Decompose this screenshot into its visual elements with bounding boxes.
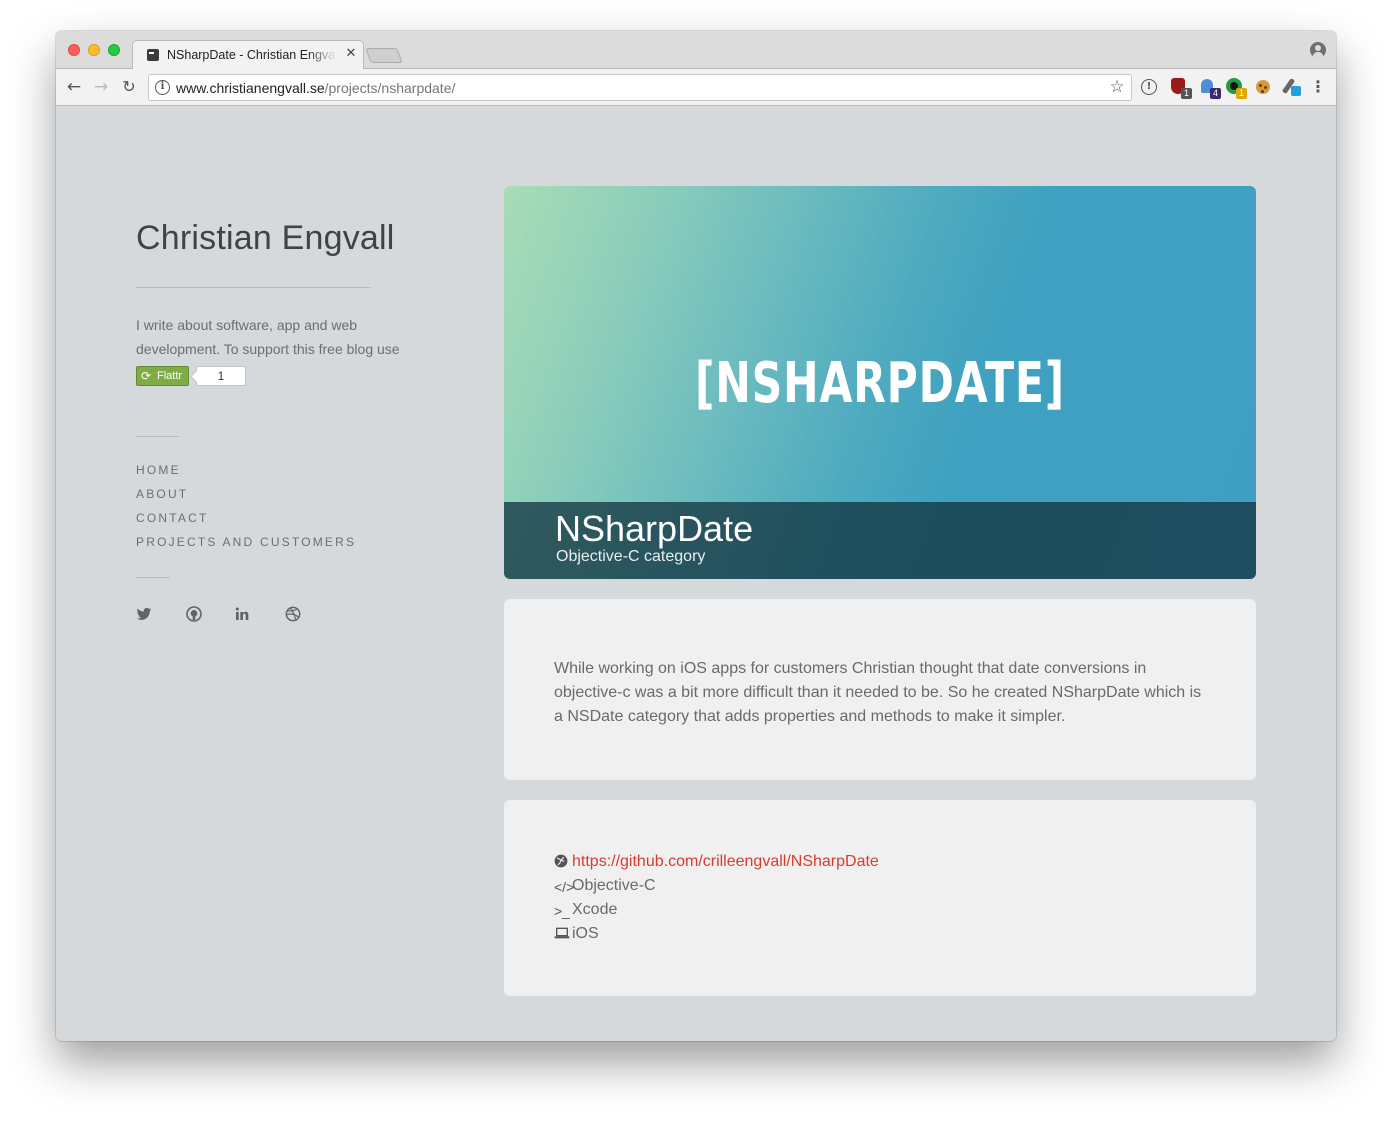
laptop-icon [554,924,572,940]
meta-platform: iOS [572,925,599,942]
site-title[interactable]: Christian Engvall [136,219,436,263]
sidebar-divider [136,287,371,288]
close-window-button[interactable] [68,44,80,56]
page-content: Christian Engvall I write about software… [56,106,1336,1041]
hero-caption: NSharpDate Objective-C category [504,502,1256,579]
arrow-right-icon[interactable]: → [91,77,111,97]
browser-tab-active[interactable]: NSharpDate - Christian Engvall ✕ [132,40,364,70]
extension-color-picker-icon[interactable] [1281,77,1302,97]
color-swatch-icon [1291,86,1301,96]
twitter-icon[interactable] [136,606,152,624]
browser-toolbar: ← → ↻ i www.christianengvall.se/projects… [56,69,1336,106]
terminal-favicon-icon [147,49,159,61]
extension-badge: 1 [1181,88,1192,99]
kebab-menu-icon[interactable]: ⋮ [1310,77,1326,97]
project-description: While working on iOS apps for customers … [554,660,1202,725]
zoom-window-button[interactable] [108,44,120,56]
star-icon[interactable]: ☆ [1107,77,1127,97]
github-link[interactable]: https://github.com/crilleengvall/NSharpD… [572,853,879,870]
tab-title: NSharpDate - Christian Engvall [167,48,337,62]
extension-cookie-icon[interactable] [1253,77,1273,97]
meta-row-language: </>Objective-C [554,874,1204,898]
flattr-count: 1 [196,366,246,386]
nav-link-contact[interactable]: CONTACT [136,510,396,534]
extension-shield-icon[interactable]: 1 [1170,77,1192,99]
address-bar[interactable]: i www.christianengvall.se/projects/nshar… [148,74,1132,101]
reload-icon[interactable]: ↻ [119,77,139,97]
sidebar-divider [136,577,170,578]
globe-icon [554,852,572,868]
project-hero-image: [NSHARPDATE] NSharpDate Objective-C cate… [504,186,1256,579]
sidebar-divider [136,436,179,437]
github-icon[interactable] [186,606,202,624]
browser-window: NSharpDate - Christian Engvall ✕ ← → ↻ i… [56,31,1336,1041]
terminal-icon: >_ [554,903,570,919]
cookie-icon [1256,80,1270,94]
project-meta-list: https://github.com/crilleengvall/NSharpD… [554,850,1204,946]
meta-row-tool: >_ Xcode [554,898,1204,922]
extension-info-icon[interactable]: ! [1141,79,1157,95]
minimize-window-button[interactable] [88,44,100,56]
tab-strip: NSharpDate - Christian Engvall ✕ [56,31,1336,70]
project-title: NSharpDate [555,508,754,549]
sidebar-tagline: I write about software, app and web deve… [136,317,400,357]
extension-ghost-icon[interactable]: 4 [1199,77,1221,99]
dribbble-icon[interactable] [285,606,301,624]
address-url[interactable]: www.christianengvall.se/projects/nsharpd… [176,80,455,97]
tab-close-icon[interactable]: ✕ [343,46,359,64]
project-logo-text: [NSHARPDATE] [695,351,1065,416]
sidebar-nav: HOME ABOUT CONTACT PROJECTS AND CUSTOMER… [136,462,396,558]
profile-icon[interactable] [1310,42,1326,58]
project-subtitle: Objective-C category [556,548,706,565]
info-icon[interactable]: i [155,80,170,95]
project-description-card: While working on iOS apps for customers … [504,599,1256,780]
meta-row-platform: iOS [554,922,1204,946]
extension-badge: 4 [1210,88,1221,99]
url-host: www.christianengvall.se [176,80,325,96]
meta-row-link: https://github.com/crilleengvall/NSharpD… [554,850,1204,874]
url-path: /projects/nsharpdate/ [324,80,456,96]
flattr-icon: ⟳ [141,369,152,383]
nav-link-about[interactable]: ABOUT [136,486,396,510]
extension-badge: 1 [1236,88,1247,99]
extension-ring-icon[interactable]: 1 [1225,77,1247,99]
meta-tool: Xcode [572,901,618,918]
flattr-label: Flattr [157,370,183,382]
new-tab-button[interactable] [365,48,403,63]
arrow-left-icon[interactable]: ← [64,77,84,97]
code-icon: </> [554,879,575,895]
nav-link-projects[interactable]: PROJECTS AND CUSTOMERS [136,534,396,558]
flattr-button[interactable]: ⟳ Flattr [136,366,189,386]
project-meta-card: https://github.com/crilleengvall/NSharpD… [504,800,1256,996]
meta-language: Objective-C [572,877,656,894]
nav-link-home[interactable]: HOME [136,462,396,486]
linkedin-icon[interactable] [234,606,250,624]
